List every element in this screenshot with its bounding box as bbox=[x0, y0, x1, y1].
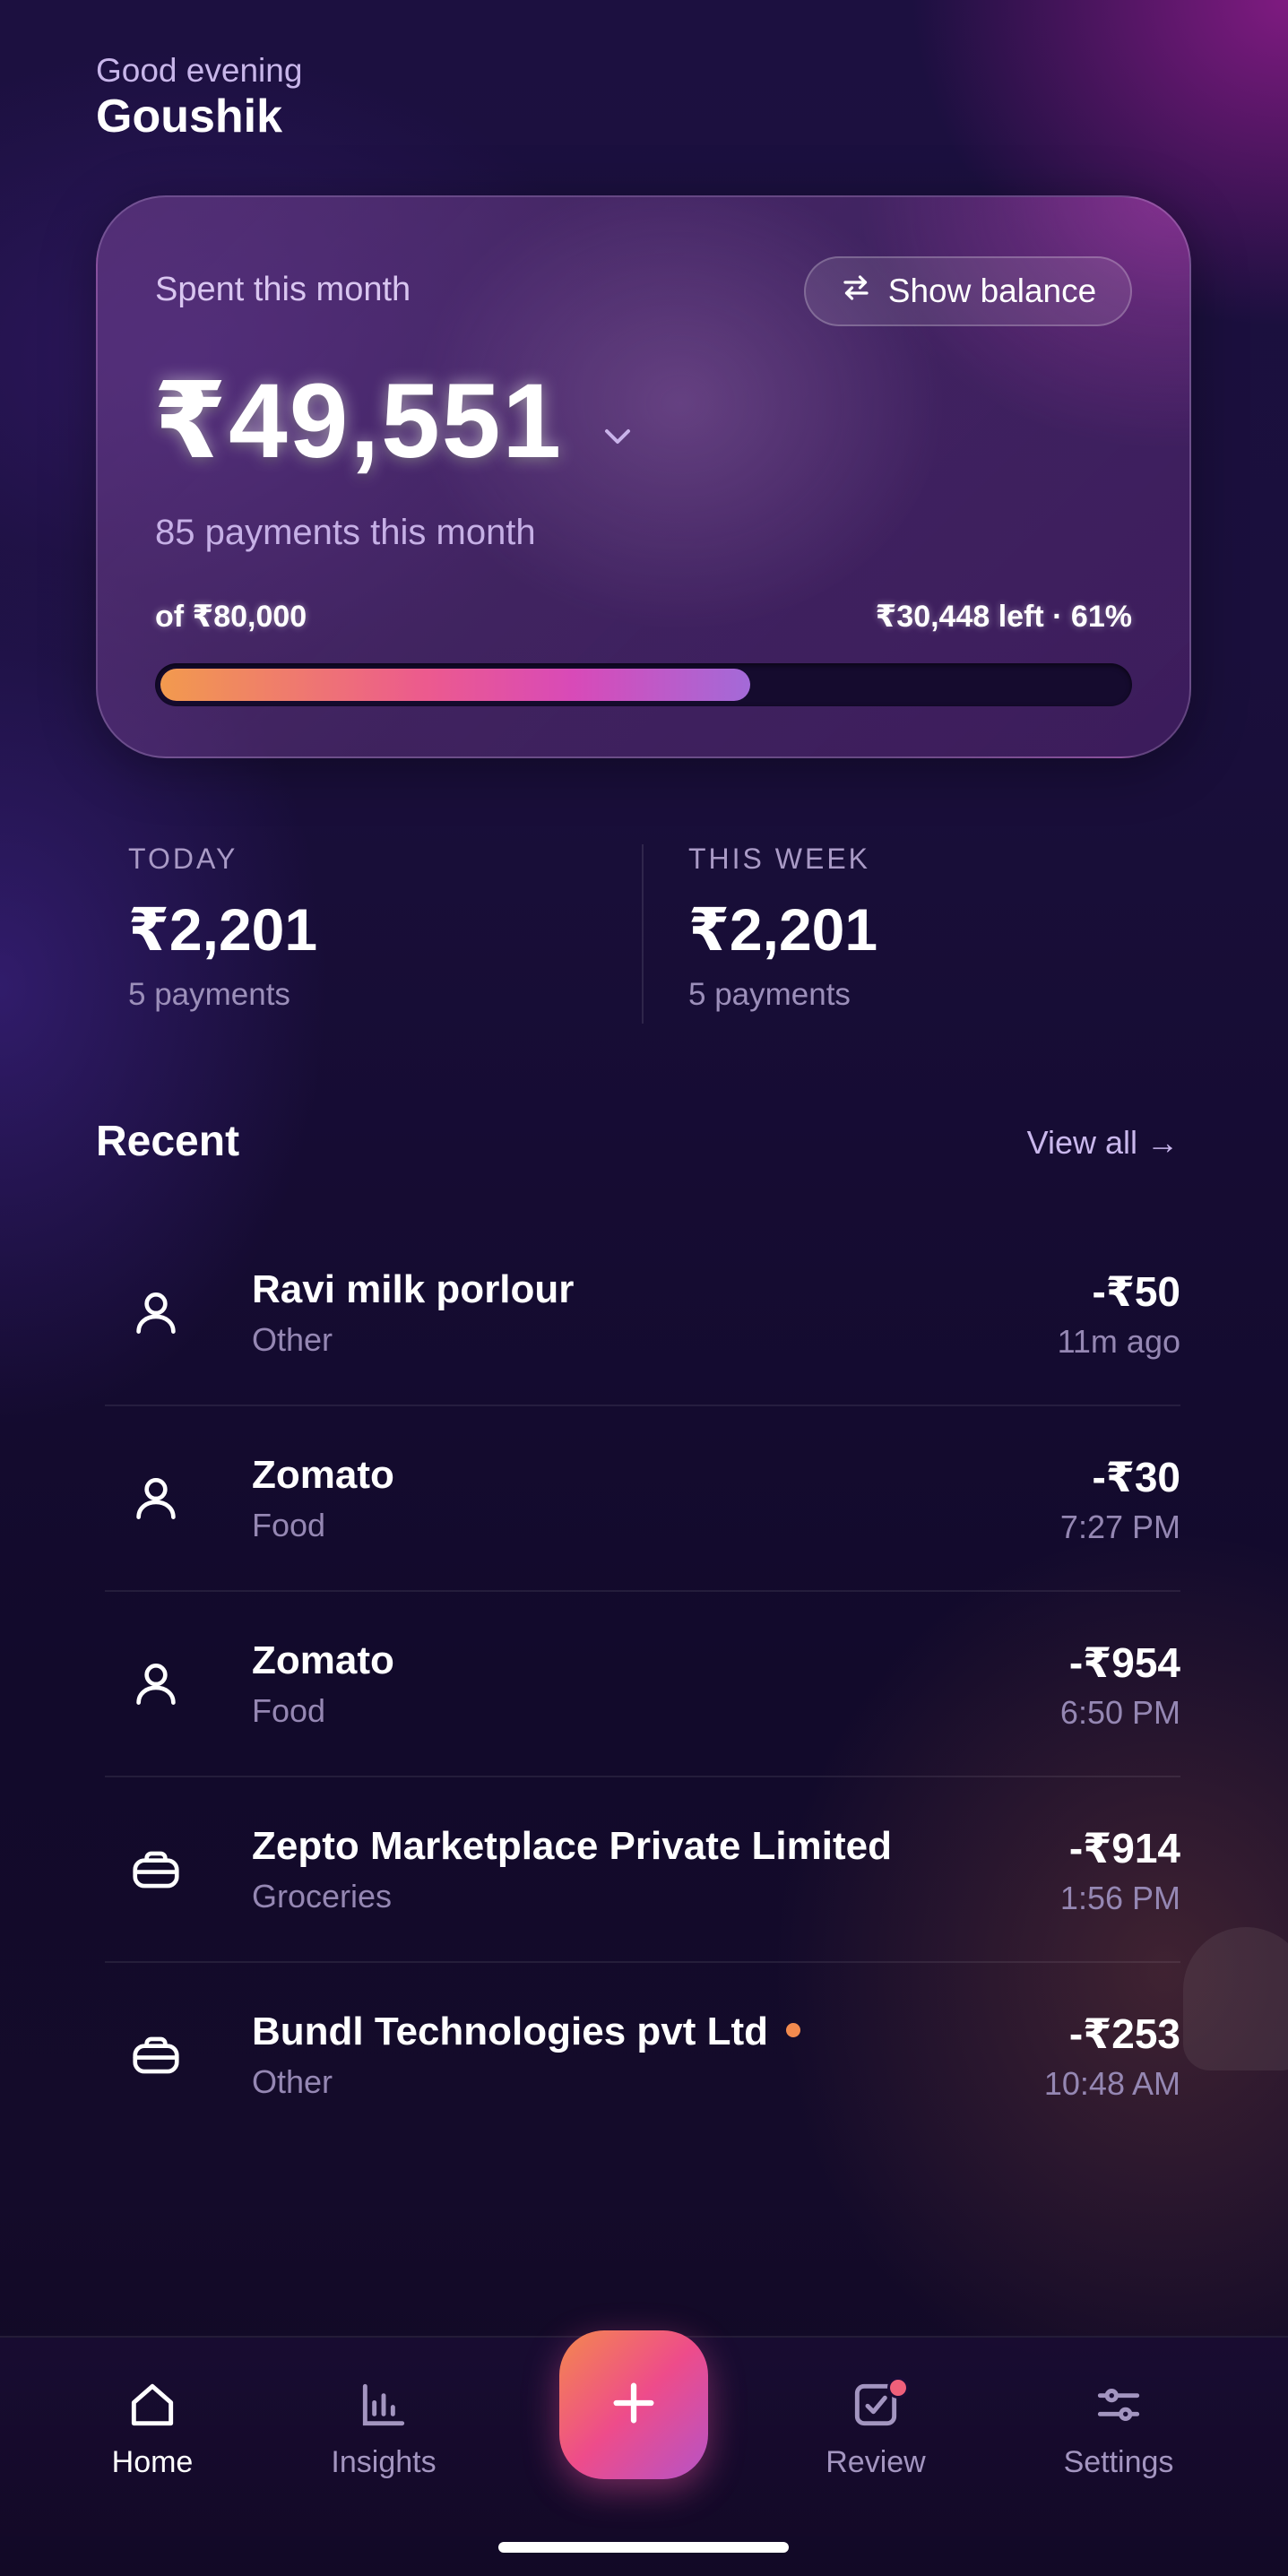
nav-home-label: Home bbox=[111, 2445, 194, 2479]
merchant-icon bbox=[128, 1842, 184, 1897]
show-balance-label: Show balance bbox=[887, 272, 1097, 309]
transaction-time: 6:50 PM bbox=[1059, 1694, 1180, 1731]
today-label: TODAY bbox=[128, 843, 238, 875]
nav-settings[interactable]: Settings bbox=[1029, 2377, 1208, 2480]
transaction-name: Zepto Marketplace Private Limited bbox=[252, 1824, 892, 1868]
transaction-time: 10:48 AM bbox=[1043, 2065, 1180, 2102]
transaction-name: Zomato bbox=[252, 1453, 394, 1497]
nav-review[interactable]: Review bbox=[786, 2377, 965, 2480]
spent-label: Spent this month bbox=[155, 271, 411, 308]
transaction-category: Other bbox=[252, 1321, 333, 1358]
transaction-name: Ravi milk porlour bbox=[252, 1267, 575, 1311]
home-indicator bbox=[498, 2542, 789, 2553]
transaction-time: 7:27 PM bbox=[1059, 1508, 1180, 1545]
recent-heading: Recent bbox=[96, 1118, 240, 1165]
show-balance-button[interactable]: Show balance bbox=[804, 256, 1132, 326]
transaction-name: Zomato bbox=[252, 1638, 394, 1682]
transaction-list: Ravi milk porlour Other -₹50 11m ago Zom… bbox=[105, 1221, 1180, 2148]
transaction-amount: -₹914 bbox=[1068, 1825, 1180, 1871]
week-label: THIS WEEK bbox=[688, 843, 871, 875]
transaction-amount: -₹253 bbox=[1068, 2010, 1180, 2057]
transaction-category: Other bbox=[252, 2063, 333, 2100]
monthly-spend-card: Spent this month Show balance ₹49,551 85… bbox=[96, 195, 1191, 758]
chevron-down-icon[interactable] bbox=[600, 423, 635, 450]
person-icon bbox=[128, 1471, 184, 1526]
today-value: ₹2,201 bbox=[128, 896, 318, 963]
nav-insights-label: Insights bbox=[331, 2445, 437, 2479]
app-screen: Good evening Goushik Spent this month Sh… bbox=[0, 0, 1288, 2576]
transaction-category: Food bbox=[252, 1507, 326, 1543]
transaction-category: Food bbox=[252, 1692, 326, 1729]
person-icon bbox=[128, 1285, 184, 1341]
budget-progress-bar bbox=[155, 663, 1132, 706]
sliders-icon bbox=[1029, 2377, 1208, 2433]
transaction-time: 11m ago bbox=[1057, 1323, 1180, 1360]
view-all-link[interactable]: View all → bbox=[1027, 1124, 1179, 1162]
transaction-amount: -₹30 bbox=[1092, 1454, 1181, 1500]
transaction-row[interactable]: Bundl Technologies pvt Ltd Other -₹253 1… bbox=[105, 1963, 1180, 2148]
payments-count-text: 85 payments this month bbox=[155, 513, 536, 552]
transaction-row[interactable]: Zomato Food -₹954 6:50 PM bbox=[105, 1592, 1180, 1777]
unread-dot bbox=[786, 2023, 801, 2038]
nav-insights[interactable]: Insights bbox=[294, 2377, 473, 2480]
merchant-icon bbox=[128, 2027, 184, 2083]
week-stat: THIS WEEK ₹2,201 5 payments bbox=[688, 843, 877, 1013]
stats-divider bbox=[642, 844, 644, 1024]
plus-icon bbox=[608, 2377, 660, 2433]
budget-remaining: ₹30,448 left · 61% bbox=[875, 600, 1132, 634]
nav-home[interactable]: Home bbox=[63, 2377, 242, 2480]
transaction-name: Bundl Technologies pvt Ltd bbox=[252, 2010, 769, 2053]
transaction-category: Groceries bbox=[252, 1878, 393, 1915]
transaction-row[interactable]: Zepto Marketplace Private Limited Grocer… bbox=[105, 1777, 1180, 1963]
budget-total: of ₹80,000 bbox=[155, 600, 307, 634]
person-icon bbox=[128, 1656, 184, 1712]
notification-badge bbox=[887, 2377, 909, 2399]
add-transaction-button[interactable] bbox=[559, 2330, 708, 2479]
today-stat: TODAY ₹2,201 5 payments bbox=[128, 843, 317, 1013]
transaction-row[interactable]: Zomato Food -₹30 7:27 PM bbox=[105, 1406, 1180, 1592]
transaction-amount: -₹954 bbox=[1068, 1639, 1180, 1686]
transaction-name-wrap: Bundl Technologies pvt Ltd bbox=[252, 2010, 801, 2054]
transaction-time: 1:56 PM bbox=[1059, 1880, 1180, 1916]
transaction-row[interactable]: Ravi milk porlour Other -₹50 11m ago bbox=[105, 1221, 1180, 1406]
week-value: ₹2,201 bbox=[688, 896, 878, 963]
home-icon bbox=[63, 2377, 242, 2433]
budget-progress-fill bbox=[160, 669, 750, 701]
month-spent-amount: ₹49,551 bbox=[153, 362, 564, 480]
bar-chart-icon bbox=[294, 2377, 473, 2433]
background-decoration bbox=[1183, 1927, 1288, 2070]
swap-icon bbox=[840, 272, 872, 312]
week-payments: 5 payments bbox=[688, 977, 851, 1012]
transaction-amount: -₹50 bbox=[1092, 1268, 1181, 1315]
nav-settings-label: Settings bbox=[1063, 2445, 1174, 2479]
greeting-text: Good evening bbox=[96, 52, 303, 89]
nav-review-label: Review bbox=[826, 2445, 926, 2479]
user-name: Goushik bbox=[96, 91, 283, 143]
today-payments: 5 payments bbox=[128, 977, 290, 1012]
